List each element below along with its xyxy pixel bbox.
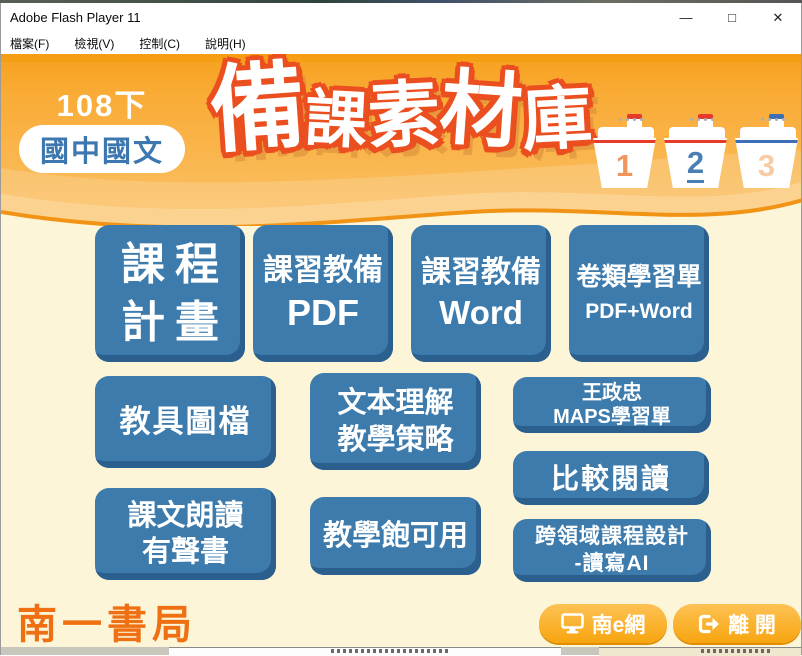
tile-label: 跨領域課程設計 [535,524,689,550]
background-window-sliver [331,649,451,653]
tile-label: 教學飽可用 [323,518,468,554]
exit-button[interactable]: 離 開 [673,604,801,643]
title-char: 素 [366,78,442,154]
boat-hull: 2 [664,138,727,188]
boat-deck-dots [688,117,716,122]
tile-label: 卷類學習單 [576,262,701,293]
boat-deck-dots [617,117,645,122]
flash-player-window: Adobe Flash Player 11 — □ ✕ 檔案(F) 檢視(V) … [0,3,802,655]
tile-label: PDF [287,290,359,335]
menu-control[interactable]: 控制(C) [139,35,180,52]
tile-workbook-word[interactable]: 課習教備 Word [411,225,551,362]
menu-help[interactable]: 說明(H) [205,35,246,52]
tile-audio-book[interactable]: 課文朗讀 有聲書 [95,488,276,580]
subject-label: 國中國文 [40,128,164,170]
exit-label: 離 開 [728,609,776,639]
tile-label: 課程 [121,236,229,293]
window-title: Adobe Flash Player 11 [10,10,141,25]
semester-label: 108下 [19,80,185,125]
tile-label: 王政忠 [582,381,642,405]
title-char: 材 [437,67,525,155]
tile-teaching-pack[interactable]: 教學飽可用 [310,497,481,575]
boat-deck [740,127,796,138]
tile-worksheets-pdf-word[interactable]: 卷類學習單 PDF+Word [569,225,709,362]
boat-hull: 1 [593,138,656,188]
nan-e-net-label: 南e網 [592,609,646,639]
title-char: 庫 [520,82,594,156]
menu-bar: 檔案(F) 檢視(V) 控制(C) 說明(H) [1,32,801,54]
tile-label: 有聲書 [142,534,229,570]
tile-label: 教具圖檔 [120,403,252,442]
publisher-logo: 南一書局 [17,592,197,647]
maximize-button[interactable]: □ [709,3,755,32]
tile-cross-domain-ai[interactable]: 跨領域課程設計 -讀寫AI [513,519,711,582]
window-controls: — □ ✕ [663,3,801,32]
flash-content: 108下 國中國文 備 課 素 材 庫 1 [1,54,801,647]
background-window-sliver [1,647,801,655]
close-button[interactable]: ✕ [755,3,801,32]
boat-deck [669,127,725,138]
boat-hull: 3 [735,138,798,188]
tile-label: 課文朗讀 [127,498,243,534]
subject-pill: 國中國文 [19,125,185,173]
tile-text-comprehension[interactable]: 文本理解 教學策略 [310,373,481,470]
menu-file[interactable]: 檔案(F) [10,35,49,52]
boat-number: 1 [616,146,633,181]
title-char: 備 [207,59,308,160]
boat-deck-dots [759,117,787,122]
boat-number: 3 [758,146,775,181]
tile-teaching-aids[interactable]: 教具圖檔 [95,376,276,468]
tile-label: MAPS學習單 [553,405,671,429]
boat-tab-3[interactable]: 3 [735,114,798,196]
background-window-sliver [701,649,771,653]
tile-label: Word [439,292,523,333]
tile-label: 教學策略 [337,422,453,458]
menu-view[interactable]: 檢視(V) [74,35,114,52]
volume-boat-tabs: 1 2 3 [593,114,798,196]
boat-tab-2-active[interactable]: 2 [664,114,727,196]
nan-e-net-button[interactable]: 南e網 [539,604,667,643]
tile-label: 計畫 [121,294,229,351]
page-title: 備 課 素 材 庫 [197,62,605,157]
tile-label: 課習教備 [421,254,541,292]
title-char: 課 [304,88,369,153]
exit-icon [698,614,720,634]
minimize-button[interactable]: — [663,3,709,32]
tile-label: 課習教備 [263,252,383,290]
boat-number: 2 [687,143,704,183]
tile-label: 比較閱讀 [551,461,671,496]
monitor-icon [561,613,584,634]
window-titlebar: Adobe Flash Player 11 — □ ✕ [1,3,801,32]
tile-comparative-reading[interactable]: 比較閱讀 [513,451,709,505]
tile-label: -讀寫AI [575,551,650,577]
boat-deck [598,127,654,138]
tile-workbook-pdf[interactable]: 課習教備 PDF [253,225,393,362]
tile-label: PDF+Word [585,299,693,325]
tile-curriculum-plan[interactable]: 課程 計畫 [95,225,245,362]
boat-tab-1[interactable]: 1 [593,114,656,196]
tile-label: 文本理解 [337,385,453,421]
tile-maps-worksheet[interactable]: 王政忠 MAPS學習單 [513,377,711,433]
